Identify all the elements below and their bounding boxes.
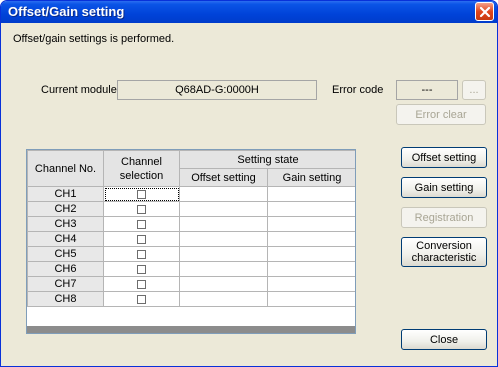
table-row[interactable]: CH6 <box>27 261 355 277</box>
channel-selection-cell[interactable] <box>103 216 180 232</box>
close-icon <box>479 6 491 18</box>
channel-selection-cell[interactable] <box>103 201 180 217</box>
channel-checkbox[interactable] <box>137 264 146 274</box>
channel-checkbox[interactable] <box>137 234 146 244</box>
channel-checkbox[interactable] <box>137 279 146 289</box>
intro-text: Offset/gain settings is performed. <box>13 33 175 45</box>
registration-button[interactable]: Registration <box>401 207 487 228</box>
channel-table: Channel No. Channel selection Setting st… <box>27 150 355 307</box>
grid-scrollbar[interactable] <box>27 326 355 333</box>
error-clear-button[interactable]: Error clear <box>396 104 486 125</box>
table-row[interactable]: CH4 <box>27 231 355 247</box>
error-code-field: --- <box>396 80 458 100</box>
channel-cell: CH7 <box>27 276 104 292</box>
channel-checkbox[interactable] <box>137 204 146 214</box>
channel-cell: CH6 <box>27 261 104 277</box>
offset-setting-cell <box>179 261 268 277</box>
current-module-label: Current module <box>41 84 117 96</box>
offset-setting-cell <box>179 231 268 247</box>
header-setting-state: Setting state <box>179 150 355 169</box>
channel-selection-cell[interactable] <box>103 291 180 307</box>
close-button[interactable]: Close <box>401 329 487 350</box>
header-channel-selection: Channel selection <box>103 150 180 187</box>
table-row[interactable]: CH1 <box>27 186 355 202</box>
gain-setting-button[interactable]: Gain setting <box>401 177 487 198</box>
channel-cell: CH8 <box>27 291 104 307</box>
channel-checkbox[interactable] <box>137 249 146 259</box>
channel-cell: CH1 <box>27 186 104 202</box>
channel-selection-cell[interactable] <box>103 261 180 277</box>
table-row[interactable]: CH7 <box>27 276 355 292</box>
channel-selection-cell[interactable] <box>103 276 180 292</box>
header-gain-setting: Gain setting <box>267 168 355 187</box>
error-code-browse-button[interactable]: ... <box>462 80 486 100</box>
window-title: Offset/Gain setting <box>8 4 125 19</box>
gain-setting-cell <box>267 201 355 217</box>
channel-checkbox[interactable] <box>137 294 146 304</box>
close-window-button[interactable] <box>475 2 494 21</box>
current-module-field: Q68AD-G:0000H <box>117 80 317 100</box>
channel-selection-cell[interactable] <box>103 186 180 202</box>
offset-setting-cell <box>179 276 268 292</box>
table-row[interactable]: CH3 <box>27 216 355 232</box>
header-channel-no: Channel No. <box>27 150 104 187</box>
gain-setting-cell <box>267 216 355 232</box>
channel-cell: CH2 <box>27 201 104 217</box>
title-bar[interactable]: Offset/Gain setting <box>1 1 497 23</box>
offset-setting-cell <box>179 216 268 232</box>
offset-setting-button[interactable]: Offset setting <box>401 147 487 168</box>
offset-setting-cell <box>179 186 268 202</box>
channel-selection-cell[interactable] <box>103 231 180 247</box>
offset-setting-cell <box>179 246 268 262</box>
table-row[interactable]: CH8 <box>27 291 355 307</box>
gain-setting-cell <box>267 186 355 202</box>
channel-cell: CH5 <box>27 246 104 262</box>
offset-setting-cell <box>179 201 268 217</box>
channel-checkbox[interactable] <box>137 219 146 229</box>
channel-selection-cell[interactable] <box>103 246 180 262</box>
gain-setting-cell <box>267 231 355 247</box>
channel-checkbox[interactable] <box>137 189 146 199</box>
offset-gain-dialog: Offset/Gain setting Offset/gain settings… <box>0 0 498 367</box>
gain-setting-cell <box>267 246 355 262</box>
gain-setting-cell <box>267 276 355 292</box>
header-offset-setting: Offset setting <box>179 168 268 187</box>
gain-setting-cell <box>267 291 355 307</box>
channel-cell: CH3 <box>27 216 104 232</box>
conversion-characteristic-button[interactable]: Conversion characteristic <box>401 237 487 267</box>
offset-setting-cell <box>179 291 268 307</box>
channel-grid: Channel No. Channel selection Setting st… <box>26 149 356 334</box>
error-code-label: Error code <box>332 84 384 96</box>
gain-setting-cell <box>267 261 355 277</box>
table-row[interactable]: CH2 <box>27 201 355 217</box>
table-row[interactable]: CH5 <box>27 246 355 262</box>
channel-cell: CH4 <box>27 231 104 247</box>
